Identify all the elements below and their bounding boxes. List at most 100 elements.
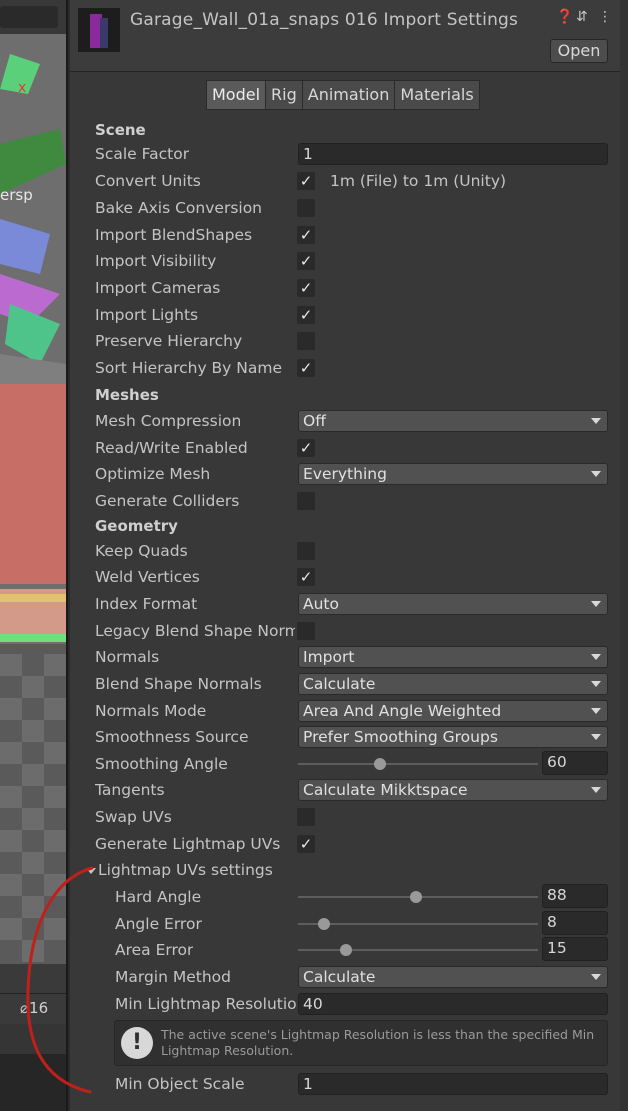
import-visibility-toggle[interactable]: ✓ (297, 252, 315, 270)
area-error-field[interactable]: 15 (542, 937, 608, 961)
convert-units-note: 1m (File) to 1m (Unity) (330, 172, 507, 190)
blend-shape-normals-label: Blend Shape Normals (95, 675, 262, 693)
read-write-toggle[interactable]: ✓ (297, 439, 315, 457)
scene-viewport[interactable]: x ersp (0, 34, 66, 964)
chevron-down-icon (591, 708, 601, 714)
import-lights-toggle[interactable]: ✓ (297, 306, 315, 324)
weld-vertices-toggle[interactable]: ✓ (297, 568, 315, 586)
inspector-scrollbar[interactable] (620, 0, 628, 1111)
generate-lightmap-uvs-label: Generate Lightmap UVs (95, 835, 281, 853)
margin-method-dropdown[interactable]: Calculate (298, 966, 608, 988)
perspective-label: ersp (0, 186, 33, 204)
generate-lightmap-uvs-toggle[interactable]: ✓ (297, 835, 315, 853)
scene-view-panel[interactable]: x ersp ⌀16 (0, 0, 68, 1111)
preserve-hierarchy-label: Preserve Hierarchy (95, 332, 243, 350)
import-blendshapes-toggle[interactable]: ✓ (297, 226, 315, 244)
chevron-down-icon (591, 471, 601, 477)
foldout-arrow-icon (86, 867, 96, 874)
import-lights-label: Import Lights (95, 306, 199, 324)
chevron-down-icon (591, 974, 601, 980)
import-blendshapes-label: Import BlendShapes (95, 226, 253, 244)
blend-shape-normals-dropdown[interactable]: Calculate (298, 673, 608, 695)
inspector-title: Garage_Wall_01a_snaps 016 Import Setting… (130, 10, 519, 30)
area-error-slider[interactable]: 15 (298, 937, 608, 961)
slider-handle[interactable] (340, 944, 352, 956)
import-cameras-toggle[interactable]: ✓ (297, 279, 315, 297)
read-write-label: Read/Write Enabled (95, 439, 248, 457)
sort-hierarchy-toggle[interactable]: ✓ (297, 359, 315, 377)
tangents-dropdown[interactable]: Calculate Mikktspace (298, 779, 608, 801)
index-format-dropdown[interactable]: Auto (298, 593, 608, 615)
inspector-header: Garage_Wall_01a_snaps 016 Import Setting… (70, 0, 628, 72)
chevron-down-icon (591, 681, 601, 687)
optimize-mesh-dropdown[interactable]: Everything (298, 463, 608, 485)
min-object-scale-label: Min Object Scale (115, 1075, 245, 1093)
smoothing-angle-label: Smoothing Angle (95, 755, 228, 773)
scale-factor-field[interactable]: 1 (298, 143, 608, 165)
chevron-down-icon (591, 734, 601, 740)
mesh-compression-dropdown[interactable]: Off (298, 410, 608, 432)
legacy-blend-toggle[interactable] (297, 622, 315, 640)
bake-axis-label: Bake Axis Conversion (95, 199, 263, 217)
smoothing-angle-field[interactable]: 60 (542, 751, 608, 775)
scene-geometry: x (0, 54, 66, 964)
convert-units-toggle[interactable]: ✓ (297, 172, 315, 190)
min-lightmap-res-field[interactable]: 40 (298, 993, 608, 1015)
chevron-down-icon (591, 418, 601, 424)
hard-angle-field[interactable]: 88 (542, 884, 608, 908)
smoothness-source-dropdown[interactable]: Prefer Smoothing Groups (298, 726, 608, 748)
tab-materials[interactable]: Materials (394, 80, 480, 110)
keep-quads-toggle[interactable] (297, 542, 315, 560)
tab-rig[interactable]: Rig (265, 80, 303, 110)
hard-angle-label: Hard Angle (115, 888, 202, 906)
bake-axis-toggle[interactable] (297, 199, 315, 217)
slider-track (298, 763, 538, 765)
sliders-icon[interactable]: ⇵ (576, 9, 588, 25)
lightmap-uvs-foldout[interactable]: Lightmap UVs settings (86, 861, 273, 879)
mesh-compression-label: Mesh Compression (95, 412, 242, 430)
min-object-scale-field[interactable]: 1 (298, 1073, 608, 1095)
legacy-blend-label: Legacy Blend Shape Norm (95, 622, 295, 640)
tab-animation[interactable]: Animation (301, 80, 396, 110)
smoothing-angle-slider[interactable]: 60 (298, 751, 608, 775)
scene-toolbar-row (0, 1024, 66, 1054)
section-geometry: Geometry (95, 517, 178, 535)
warning-icon: ! (121, 1027, 153, 1059)
swap-uvs-toggle[interactable] (297, 808, 315, 826)
min-lightmap-res-label: Min Lightmap Resolutior (115, 995, 297, 1013)
weld-vertices-label: Weld Vertices (95, 568, 200, 586)
angle-error-field[interactable]: 8 (542, 911, 608, 935)
scene-visibility-count[interactable]: ⌀16 (0, 994, 66, 1024)
inspector-panel: Garage_Wall_01a_snaps 016 Import Setting… (70, 0, 628, 1111)
normals-dropdown[interactable]: Import (298, 646, 608, 668)
smoothness-source-label: Smoothness Source (95, 728, 249, 746)
angle-error-slider[interactable]: 8 (298, 911, 608, 935)
hard-angle-slider[interactable]: 88 (298, 884, 608, 908)
normals-mode-dropdown[interactable]: Area And Angle Weighted (298, 700, 608, 722)
chevron-down-icon (591, 654, 601, 660)
open-button[interactable]: Open (550, 39, 608, 63)
slider-track (298, 949, 538, 951)
chevron-down-icon (591, 601, 601, 607)
scene-lower-area (0, 1054, 66, 1111)
index-format-label: Index Format (95, 595, 198, 613)
section-scene: Scene (95, 121, 146, 139)
kebab-icon[interactable]: ⋮ (598, 9, 612, 25)
generate-colliders-toggle[interactable] (297, 492, 315, 510)
section-meshes: Meshes (95, 386, 159, 404)
help-icon[interactable]: ❓ (556, 9, 573, 25)
tab-model[interactable]: Model (206, 80, 267, 110)
scene-search-field[interactable] (0, 6, 58, 28)
tangents-label: Tangents (95, 781, 165, 799)
convert-units-label: Convert Units (95, 172, 201, 190)
svg-text:x: x (18, 80, 26, 96)
visibility-icon: ⌀ (20, 999, 30, 1017)
keep-quads-label: Keep Quads (95, 542, 188, 560)
lightmap-warning-box: ! The active scene's Lightmap Resolution… (114, 1020, 608, 1066)
slider-handle[interactable] (373, 758, 386, 770)
preserve-hierarchy-toggle[interactable] (297, 332, 315, 350)
slider-handle[interactable] (318, 918, 331, 930)
slider-handle[interactable] (409, 891, 422, 903)
normals-mode-label: Normals Mode (95, 702, 207, 720)
sort-hierarchy-label: Sort Hierarchy By Name (95, 359, 283, 377)
